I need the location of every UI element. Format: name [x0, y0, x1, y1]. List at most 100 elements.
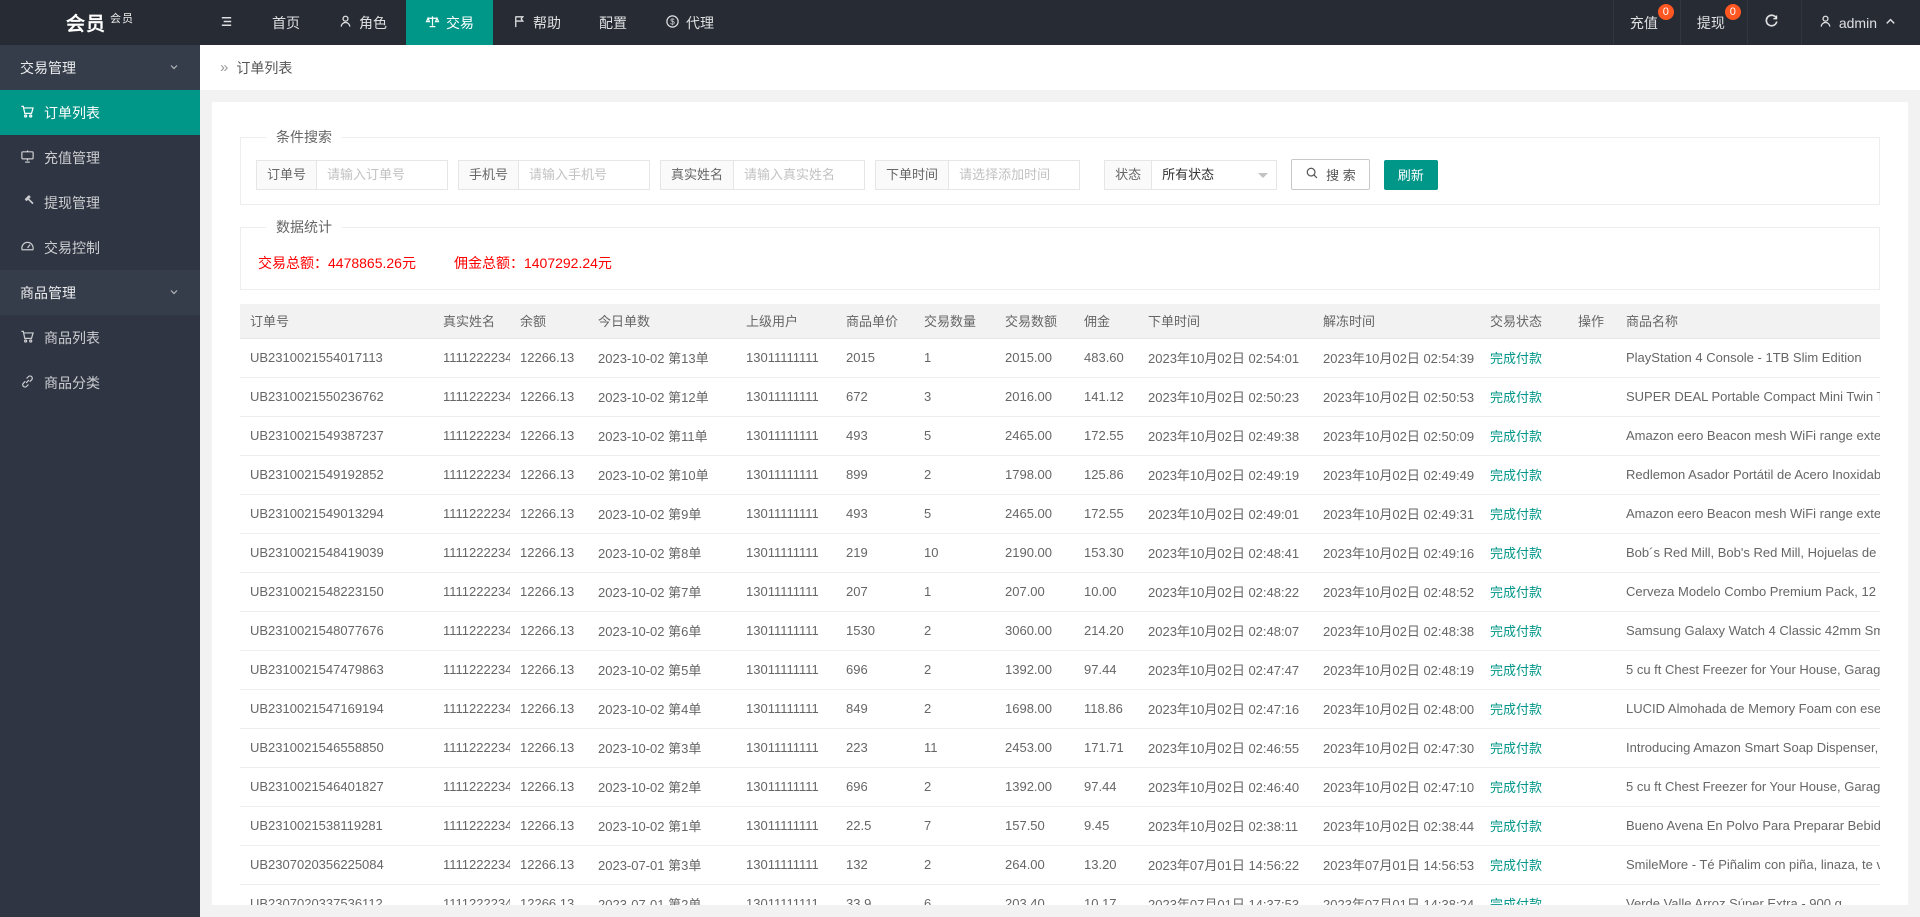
order-no-input[interactable] [316, 159, 449, 190]
order-time-cell: 2023年10月02日 02:49:01 [1138, 494, 1313, 534]
nav-item-home[interactable]: 首页 [253, 0, 319, 45]
nav-item-roles[interactable]: 角色 [319, 0, 406, 45]
parent-user-cell: 13011111111 [736, 884, 836, 905]
withdraw-button[interactable]: 提现 0 [1679, 0, 1747, 45]
today-order-count-cell: 2023-10-02 第6单 [588, 611, 736, 651]
sidebar-item-product-category[interactable]: 商品分类 [0, 360, 200, 405]
sidebar-item-trade-control[interactable]: 交易控制 [0, 225, 200, 270]
balance-cell: 12266.13 [510, 884, 588, 905]
table-row: UB23100215490132941111222234512266.13202… [240, 494, 1880, 534]
unfreeze-time-cell: 2023年10月02日 02:47:10 [1313, 767, 1480, 807]
sidebar-group-trade[interactable]: 交易管理 [0, 45, 200, 90]
unfreeze-time-cell: 2023年10月02日 02:54:39 [1313, 338, 1480, 378]
trade-status-cell: 完成付款 [1480, 572, 1568, 612]
unfreeze-time-cell: 2023年10月02日 02:48:38 [1313, 611, 1480, 651]
nav-item-config[interactable]: 配置 [580, 0, 646, 45]
today-order-count-cell: 2023-10-02 第13单 [588, 338, 736, 378]
trade-amount-cell: 207.00 [995, 572, 1074, 612]
recharge-button[interactable]: 充值 0 [1612, 0, 1680, 45]
phone-input[interactable] [518, 159, 651, 190]
sidebar-item-product-list[interactable]: 商品列表 [0, 315, 200, 360]
trade-amount-cell: 2465.00 [995, 494, 1074, 534]
hamburger-icon [219, 14, 234, 32]
table-row: UB23100215540171131111222234512266.13202… [240, 338, 1880, 378]
balance-cell: 12266.13 [510, 806, 588, 846]
nav-item-trade[interactable]: 交易 [406, 0, 493, 45]
today-order-count-cell: 2023-07-01 第2单 [588, 884, 736, 905]
refresh-button[interactable]: 刷新 [1383, 159, 1438, 190]
real-name-input[interactable] [733, 159, 866, 190]
status-select[interactable]: 所有状态 [1151, 159, 1278, 190]
actions-cell [1568, 494, 1616, 534]
balance-cell: 12266.13 [510, 611, 588, 651]
commission-cell: 153.30 [1074, 533, 1138, 573]
column-header-real-name: 真实姓名 [433, 304, 510, 339]
nav-item-agent[interactable]: $ 代理 [646, 0, 733, 45]
parent-user-cell: 13011111111 [736, 728, 836, 768]
parent-user-cell: 13011111111 [736, 572, 836, 612]
order-no-cell: UB2310021554017113 [240, 338, 433, 378]
order-no-cell: UB2307020337536112 [240, 884, 433, 905]
real-name-group: 真实姓名 [660, 159, 866, 190]
unfreeze-time-cell: 2023年10月02日 02:49:49 [1313, 455, 1480, 495]
trade-status-cell: 完成付款 [1480, 494, 1568, 534]
balance-cell: 12266.13 [510, 689, 588, 729]
column-header-unit-price: 商品单价 [836, 304, 914, 339]
nav-collapse-toggle[interactable] [200, 0, 253, 45]
column-header-balance: 余额 [510, 304, 588, 339]
presentation-board-icon [20, 149, 35, 167]
table-row: UB23070203375361121111222234512266.13202… [240, 884, 1880, 905]
balance-cell: 12266.13 [510, 728, 588, 768]
column-header-product-name: 商品名称 [1616, 304, 1880, 339]
table-row: UB23100215465588501111222234512266.13202… [240, 728, 1880, 768]
cart-icon [20, 329, 35, 347]
actions-cell [1568, 377, 1616, 417]
nav-item-help[interactable]: 帮助 [493, 0, 580, 45]
status-selected-value: 所有状态 [1162, 166, 1215, 182]
sidebar-item-order-list[interactable]: 订单列表 [0, 90, 200, 135]
search-button[interactable]: 搜 索 [1291, 159, 1370, 190]
unit-price-cell: 22.5 [836, 806, 914, 846]
balance-cell: 12266.13 [510, 416, 588, 456]
parent-user-cell: 13011111111 [736, 494, 836, 534]
product-name-cell: Amazon eero Beacon mesh WiFi range exten… [1616, 416, 1880, 456]
main-content: 条件搜索 订单号 手机号 真实姓名 下单时间 [200, 90, 1920, 917]
sidebar-group-product[interactable]: 商品管理 [0, 270, 200, 315]
nav-menu: 首页 角色 交易 帮助 配置 $ 代理 [200, 0, 733, 45]
parent-user-cell: 13011111111 [736, 455, 836, 495]
order-time-cell: 2023年10月02日 02:46:40 [1138, 767, 1313, 807]
balance-cell: 12266.13 [510, 494, 588, 534]
balance-cell: 12266.13 [510, 572, 588, 612]
commission-cell: 97.44 [1074, 650, 1138, 690]
parent-user-cell: 13011111111 [736, 611, 836, 651]
order-no-cell: UB2310021546558850 [240, 728, 433, 768]
total-trade-amount: 交易总额：4478865.26元 [258, 255, 416, 271]
orders-table-wrap: 订单号 真实姓名 余额 今日单数 上级用户 商品单价 交易数量 交易数额 佣金 下单时间 解冻时间交… [240, 304, 1880, 905]
trade-amount-cell: 1798.00 [995, 455, 1074, 495]
order-time-input[interactable] [948, 159, 1081, 190]
order-time-cell: 2023年10月02日 02:47:16 [1138, 689, 1313, 729]
chevron-down-icon [168, 285, 180, 301]
unit-price-cell: 219 [836, 533, 914, 573]
unit-price-cell: 849 [836, 689, 914, 729]
order-time-cell: 2023年10月02日 02:48:07 [1138, 611, 1313, 651]
unit-price-cell: 696 [836, 650, 914, 690]
trade-amount-cell: 203.40 [995, 884, 1074, 905]
sidebar: 交易管理 订单列表 充值管理 提现管理 交易控制 商品管理 商品列表 商品分类 [0, 45, 200, 917]
unit-price-cell: 493 [836, 494, 914, 534]
sidebar-item-recharge-mgmt[interactable]: 充值管理 [0, 135, 200, 180]
user-menu[interactable]: admin [1800, 0, 1920, 45]
real-name-cell: 11112222345 [433, 338, 510, 378]
refresh-page-button[interactable] [1746, 0, 1801, 45]
actions-cell [1568, 689, 1616, 729]
stats-panel-legend: 数据统计 [276, 219, 332, 235]
actions-cell [1568, 806, 1616, 846]
trade-status-cell: 完成付款 [1480, 377, 1568, 417]
status-label: 状态 [1104, 159, 1152, 190]
scales-icon [425, 14, 440, 32]
parent-user-cell: 13011111111 [736, 338, 836, 378]
product-name-cell: Bueno Avena En Polvo Para Preparar Bebid… [1616, 806, 1880, 846]
sidebar-item-withdraw-mgmt[interactable]: 提现管理 [0, 180, 200, 225]
product-name-cell: SUPER DEAL Portable Compact Mini Twin Tu… [1616, 377, 1880, 417]
order-no-cell: UB2307020356225084 [240, 845, 433, 885]
